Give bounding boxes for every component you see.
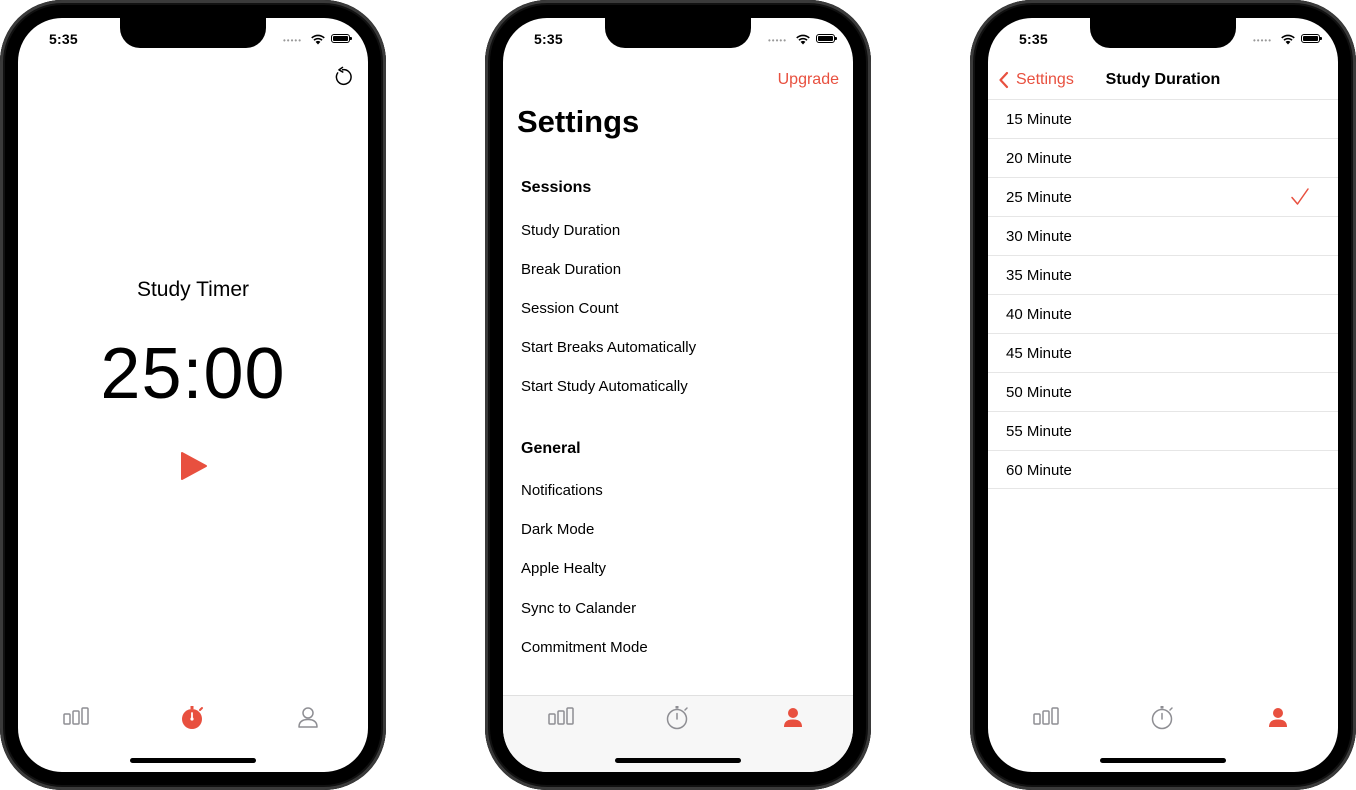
status-time: 5:35: [1019, 31, 1048, 47]
list-item[interactable]: 45 Minute: [988, 333, 1338, 372]
battery-icon: [1301, 34, 1322, 43]
stats-icon[interactable]: [547, 704, 575, 732]
profile-icon[interactable]: [779, 704, 807, 732]
home-indicator: [1100, 758, 1226, 763]
list-item[interactable]: 25 Minute: [988, 177, 1338, 216]
settings-item-sync-calendar[interactable]: Sync to Calander: [521, 600, 636, 617]
wifi-icon: [311, 34, 325, 45]
timer-icon[interactable]: [178, 704, 206, 732]
list-item[interactable]: 20 Minute: [988, 138, 1338, 177]
option-label: 55 Minute: [1006, 423, 1072, 440]
checkmark-icon: [1291, 188, 1309, 205]
list-item[interactable]: 50 Minute: [988, 372, 1338, 411]
status-time: 5:35: [49, 31, 78, 47]
notch: [605, 18, 751, 48]
option-label: 45 Minute: [1006, 345, 1072, 362]
battery-icon: [816, 34, 837, 43]
timer-display: 25:00: [100, 334, 286, 414]
settings-item-dark-mode[interactable]: Dark Mode: [521, 521, 594, 538]
battery-icon: [331, 34, 352, 43]
option-label: 30 Minute: [1006, 228, 1072, 245]
status-time: 5:35: [534, 31, 563, 47]
play-icon[interactable]: [179, 450, 209, 482]
notch: [1090, 18, 1236, 48]
signal-dots-icon: •••••: [1252, 36, 1272, 45]
timer-icon[interactable]: [663, 704, 691, 732]
option-label: 40 Minute: [1006, 306, 1072, 323]
back-button[interactable]: Settings: [998, 71, 1074, 89]
list-item[interactable]: 35 Minute: [988, 255, 1338, 294]
phone-study-duration: 5:35 ••••• Study Duration Settings 15 Mi…: [970, 0, 1356, 790]
option-label: 50 Minute: [1006, 384, 1072, 401]
status-icons: •••••: [270, 33, 352, 45]
settings-item-start-study[interactable]: Start Study Automatically: [521, 378, 688, 395]
section-header-sessions: Sessions: [521, 179, 592, 196]
list-item[interactable]: 55 Minute: [988, 411, 1338, 450]
list-item[interactable]: 15 Minute: [988, 99, 1338, 138]
section-header-general: General: [521, 440, 581, 457]
stats-icon[interactable]: [1032, 704, 1060, 732]
home-indicator: [130, 758, 256, 763]
notch: [120, 18, 266, 48]
reset-icon[interactable]: [332, 66, 354, 88]
stats-icon[interactable]: [62, 704, 90, 732]
settings-item-notifications[interactable]: Notifications: [521, 482, 603, 499]
phone-settings: 5:35 ••••• Upgrade Settings Sessions Stu…: [485, 0, 871, 790]
option-label: 20 Minute: [1006, 150, 1072, 167]
list-item[interactable]: 60 Minute: [988, 450, 1338, 489]
study-duration-screen: 5:35 ••••• Study Duration Settings 15 Mi…: [988, 18, 1338, 772]
wifi-icon: [1281, 34, 1295, 45]
signal-dots-icon: •••••: [767, 36, 787, 45]
wifi-icon: [796, 34, 810, 45]
back-label: Settings: [1016, 71, 1074, 88]
list-item[interactable]: 40 Minute: [988, 294, 1338, 333]
status-icons: •••••: [1240, 33, 1322, 45]
list-item[interactable]: 30 Minute: [988, 216, 1338, 255]
status-icons: •••••: [755, 33, 837, 45]
upgrade-button[interactable]: Upgrade: [778, 71, 839, 89]
settings-screen: 5:35 ••••• Upgrade Settings Sessions Stu…: [503, 18, 853, 772]
page-title: Settings: [517, 104, 640, 139]
settings-item-session-count[interactable]: Session Count: [521, 300, 619, 317]
option-label: 15 Minute: [1006, 111, 1072, 128]
settings-item-commitment-mode[interactable]: Commitment Mode: [521, 639, 648, 656]
option-label: 25 Minute: [1006, 189, 1072, 206]
chevron-left-icon: [999, 71, 1009, 89]
profile-icon[interactable]: [294, 704, 322, 732]
signal-dots-icon: •••••: [282, 36, 302, 45]
option-label: 60 Minute: [1006, 462, 1072, 479]
settings-item-break-duration[interactable]: Break Duration: [521, 261, 621, 278]
timer-screen: 5:35 ••••• Study Timer 25:00: [18, 18, 368, 772]
phone-timer: 5:35 ••••• Study Timer 25:00: [0, 0, 386, 790]
settings-item-study-duration[interactable]: Study Duration: [521, 222, 620, 239]
settings-item-start-breaks[interactable]: Start Breaks Automatically: [521, 339, 696, 356]
home-indicator: [615, 758, 741, 763]
duration-list: 15 Minute 20 Minute 25 Minute 30 Minute …: [988, 99, 1338, 489]
timer-icon[interactable]: [1148, 704, 1176, 732]
profile-icon[interactable]: [1264, 704, 1292, 732]
settings-item-apple-health[interactable]: Apple Healty: [521, 560, 606, 577]
option-label: 35 Minute: [1006, 267, 1072, 284]
timer-title: Study Timer: [136, 278, 250, 301]
